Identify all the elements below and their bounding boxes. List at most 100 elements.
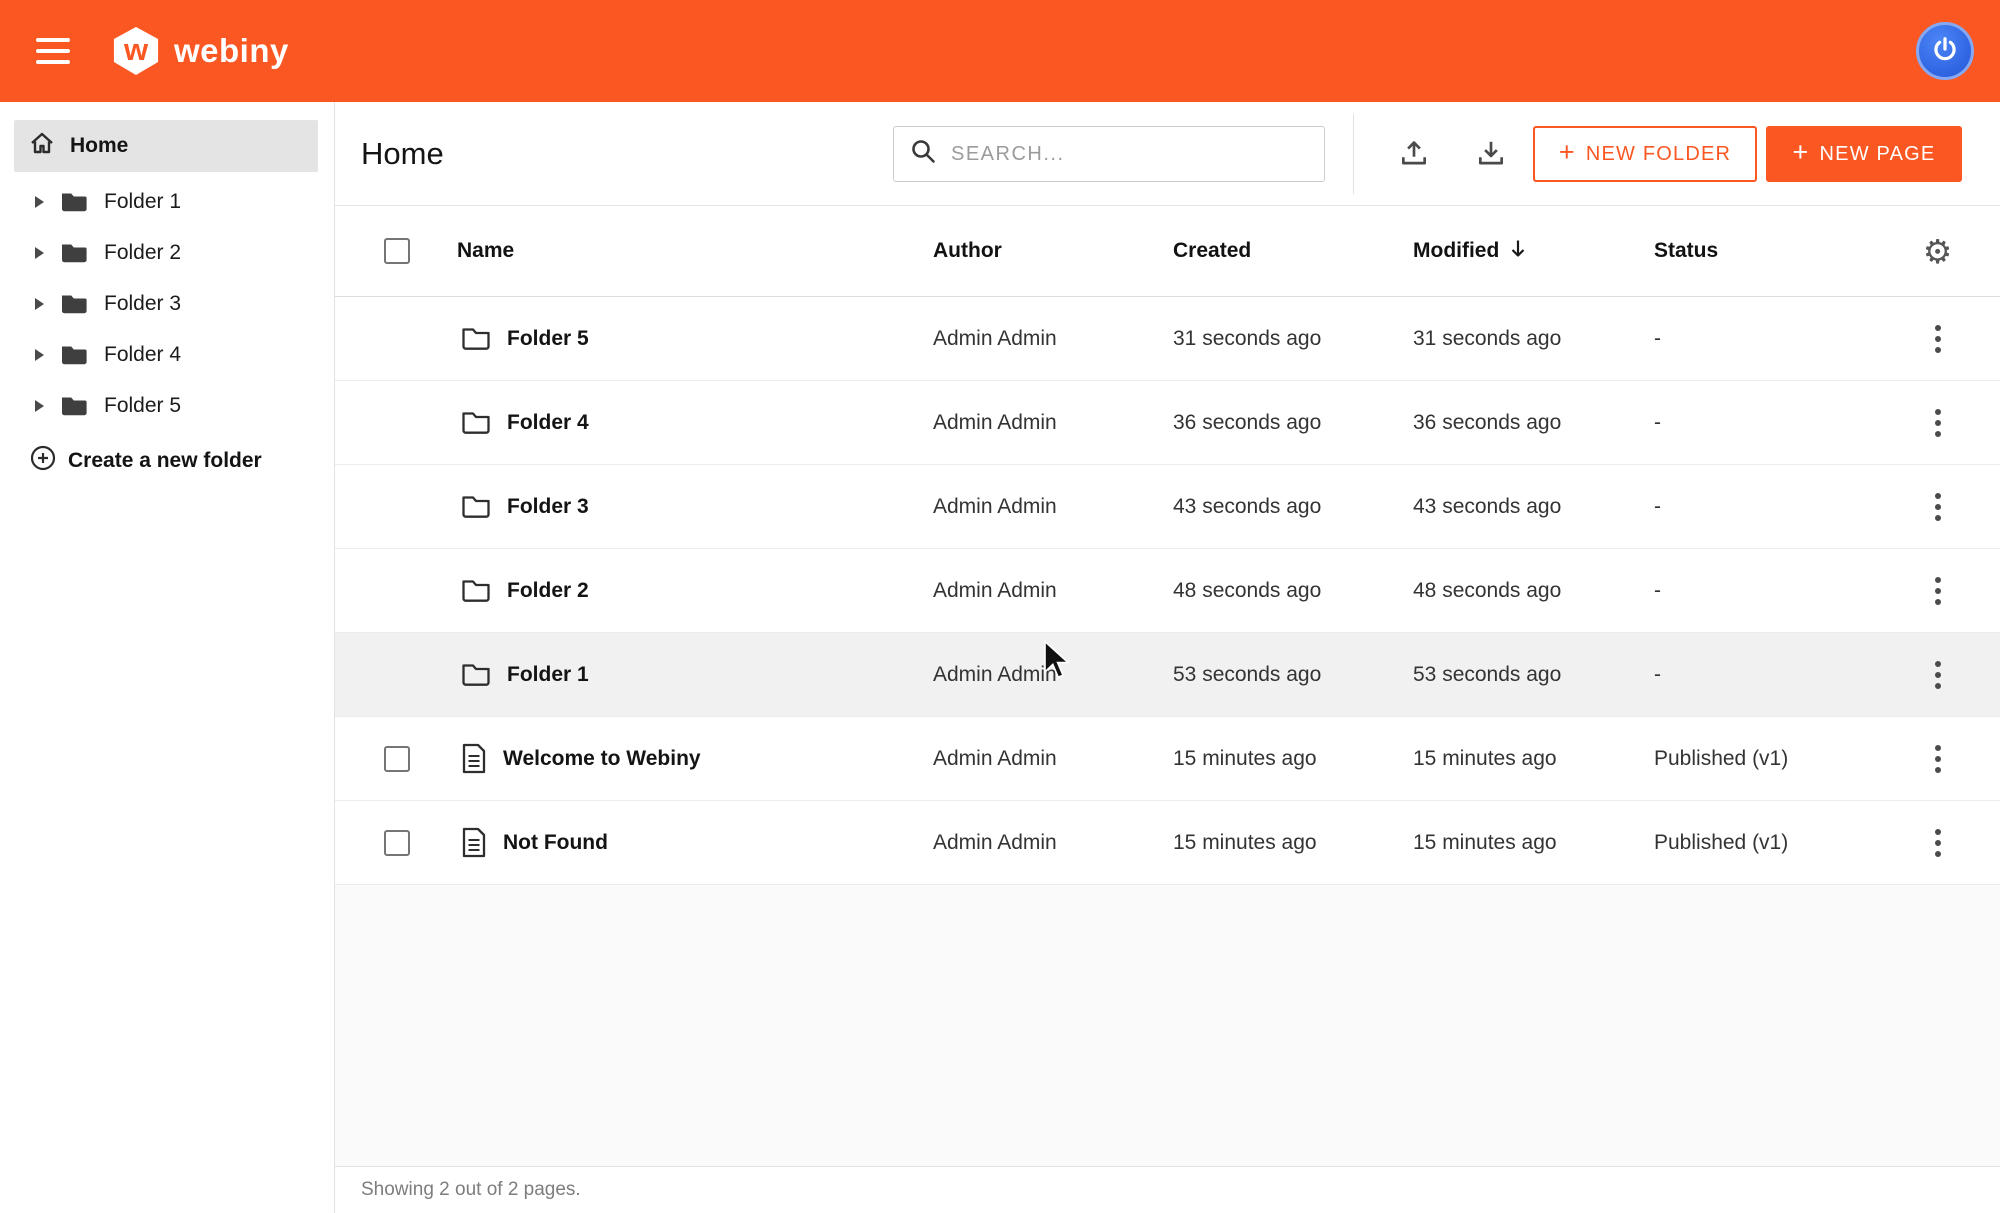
- table-row[interactable]: Folder 5 Admin Admin 31 seconds ago 31 s…: [335, 297, 2000, 381]
- new-folder-button-label: NEW FOLDER: [1586, 143, 1731, 166]
- row-modified: 48 seconds ago: [1403, 579, 1644, 603]
- create-new-folder-button[interactable]: Create a new folder: [0, 445, 262, 477]
- column-header-name: Name: [425, 239, 923, 263]
- row-status: -: [1644, 411, 1915, 435]
- folder-icon: [60, 292, 88, 315]
- column-header-author: Author: [923, 239, 1163, 263]
- export-button[interactable]: [1468, 131, 1514, 177]
- main-content: Home + NEW FOLDER + NEW PAGE: [335, 102, 2000, 1213]
- toolbar-divider: [1353, 114, 1354, 194]
- row-author: Admin Admin: [923, 579, 1163, 603]
- hamburger-menu-icon[interactable]: [36, 38, 70, 64]
- caret-right-icon[interactable]: [34, 399, 45, 413]
- sidebar-item-folder[interactable]: Folder 4: [0, 329, 334, 380]
- sidebar-item-folder[interactable]: Folder 2: [0, 227, 334, 278]
- row-created: 15 minutes ago: [1163, 831, 1403, 855]
- caret-right-icon[interactable]: [34, 195, 45, 209]
- row-name[interactable]: Folder 5: [507, 327, 589, 351]
- row-created: 36 seconds ago: [1163, 411, 1403, 435]
- row-author: Admin Admin: [923, 495, 1163, 519]
- column-header-status: Status: [1644, 239, 1915, 263]
- table-row[interactable]: Folder 2 Admin Admin 48 seconds ago 48 s…: [335, 549, 2000, 633]
- footer-status: Showing 2 out of 2 pages.: [361, 1179, 581, 1201]
- row-name[interactable]: Not Found: [503, 831, 608, 855]
- table-row[interactable]: Folder 3 Admin Admin 43 seconds ago 43 s…: [335, 465, 2000, 549]
- user-avatar[interactable]: [1916, 22, 1974, 80]
- row-author: Admin Admin: [923, 747, 1163, 771]
- sidebar-item-home[interactable]: Home: [14, 120, 318, 172]
- row-modified: 31 seconds ago: [1403, 327, 1644, 351]
- table-header: Name Author Created Modified Status ⚙: [335, 206, 2000, 297]
- create-new-folder-label: Create a new folder: [68, 449, 262, 473]
- new-folder-button[interactable]: + NEW FOLDER: [1533, 126, 1757, 182]
- row-status: -: [1644, 663, 1915, 687]
- row-modified: 15 minutes ago: [1403, 831, 1644, 855]
- row-created: 53 seconds ago: [1163, 663, 1403, 687]
- folder-icon: [461, 494, 491, 519]
- page-icon: [461, 743, 487, 774]
- row-status: -: [1644, 495, 1915, 519]
- content-header: Home + NEW FOLDER + NEW PAGE: [335, 102, 2000, 206]
- sidebar: Home Folder 1 Folder 2 Folder 3: [0, 102, 335, 1213]
- sidebar-folder-label: Folder 2: [104, 241, 181, 265]
- sidebar-item-folder[interactable]: Folder 1: [0, 176, 334, 227]
- row-author: Admin Admin: [923, 831, 1163, 855]
- folder-icon: [60, 394, 88, 417]
- row-status: -: [1644, 579, 1915, 603]
- folder-icon: [461, 326, 491, 351]
- column-header-created: Created: [1163, 239, 1403, 263]
- row-name[interactable]: Folder 1: [507, 663, 589, 687]
- select-all-checkbox[interactable]: [384, 238, 410, 264]
- table-row[interactable]: Not Found Admin Admin 15 minutes ago 15 …: [335, 801, 2000, 885]
- table-row[interactable]: Folder 1 Admin Admin 53 seconds ago 53 s…: [335, 633, 2000, 717]
- row-created: 15 minutes ago: [1163, 747, 1403, 771]
- topbar: w webiny: [0, 0, 2000, 102]
- sort-descending-icon[interactable]: [1509, 238, 1527, 265]
- column-header-modified[interactable]: Modified: [1403, 238, 1644, 265]
- row-name[interactable]: Folder 2: [507, 579, 589, 603]
- row-checkbox[interactable]: [384, 746, 410, 772]
- table-body: Folder 5 Admin Admin 31 seconds ago 31 s…: [335, 297, 2000, 885]
- row-checkbox[interactable]: [384, 830, 410, 856]
- kebab-menu-icon[interactable]: [1931, 825, 1945, 861]
- search-input[interactable]: [951, 143, 1308, 166]
- folder-icon: [60, 343, 88, 366]
- sidebar-item-folder[interactable]: Folder 3: [0, 278, 334, 329]
- caret-right-icon[interactable]: [34, 348, 45, 362]
- new-page-button[interactable]: + NEW PAGE: [1766, 126, 1962, 182]
- import-button[interactable]: [1391, 131, 1437, 177]
- pages-table: Name Author Created Modified Status ⚙ Fo…: [335, 206, 2000, 885]
- kebab-menu-icon[interactable]: [1931, 573, 1945, 609]
- gear-icon[interactable]: ⚙: [1923, 235, 1953, 268]
- table-row[interactable]: Folder 4 Admin Admin 36 seconds ago 36 s…: [335, 381, 2000, 465]
- table-row[interactable]: Welcome to Webiny Admin Admin 15 minutes…: [335, 717, 2000, 801]
- new-page-button-label: NEW PAGE: [1820, 143, 1936, 166]
- folder-icon: [461, 410, 491, 435]
- row-modified: 15 minutes ago: [1403, 747, 1644, 771]
- kebab-menu-icon[interactable]: [1931, 405, 1945, 441]
- webiny-logo: w webiny: [112, 27, 289, 75]
- kebab-menu-icon[interactable]: [1931, 741, 1945, 777]
- plus-icon: +: [1793, 137, 1810, 168]
- row-name[interactable]: Folder 4: [507, 411, 589, 435]
- sidebar-item-folder[interactable]: Folder 5: [0, 380, 334, 431]
- folder-icon: [461, 662, 491, 687]
- kebab-menu-icon[interactable]: [1931, 489, 1945, 525]
- sidebar-folder-label: Folder 1: [104, 190, 181, 214]
- power-icon: [1931, 35, 1959, 68]
- webiny-logo-badge: w: [112, 27, 160, 75]
- kebab-menu-icon[interactable]: [1931, 321, 1945, 357]
- search-box[interactable]: [893, 126, 1325, 182]
- kebab-menu-icon[interactable]: [1931, 657, 1945, 693]
- download-icon: [1475, 137, 1507, 172]
- webiny-logo-letter: w: [124, 32, 148, 68]
- row-name[interactable]: Welcome to Webiny: [503, 747, 701, 771]
- caret-right-icon[interactable]: [34, 297, 45, 311]
- sidebar-home-label: Home: [70, 134, 128, 158]
- row-author: Admin Admin: [923, 411, 1163, 435]
- footer: Showing 2 out of 2 pages.: [335, 1166, 2000, 1213]
- caret-right-icon[interactable]: [34, 246, 45, 260]
- row-name[interactable]: Folder 3: [507, 495, 589, 519]
- row-author: Admin Admin: [923, 327, 1163, 351]
- brand-text: webiny: [174, 32, 289, 70]
